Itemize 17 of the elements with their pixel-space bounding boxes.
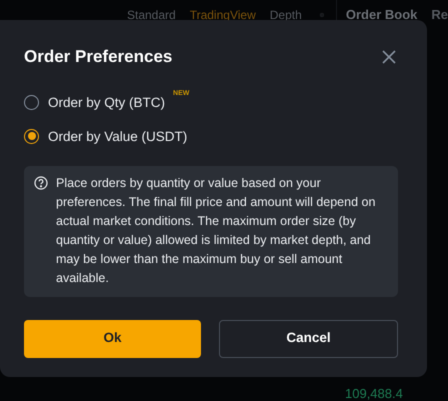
option-label[interactable]: Order by Value (USDT): [48, 126, 188, 146]
ok-button[interactable]: Ok: [24, 320, 201, 358]
panel-tab[interactable]: Order Book: [346, 5, 418, 25]
cancel-button[interactable]: Cancel: [219, 320, 398, 358]
price-text: 109,488.4: [345, 385, 403, 401]
chart-tab[interactable]: Depth: [270, 6, 302, 24]
close-icon: [381, 48, 397, 65]
option-label[interactable]: Order by Qty (BTC): [48, 92, 166, 112]
chart-tab[interactable]: TradingView: [190, 6, 256, 24]
chart-tab[interactable]: Standard: [127, 6, 176, 24]
dialog-title: Order Preferences: [24, 46, 172, 68]
info-text: Place orders by quantity or value based on your preferences. The final fill price and amount will depend on actual market conditions. The maximum order size (by quantity or value) allowed is limited by market depth, and may be lower than the maximum buy or sell amount available.: [56, 174, 376, 286]
panel-tab[interactable]: Re: [431, 5, 448, 25]
question-icon: [34, 176, 48, 190]
radio-button[interactable]: [24, 128, 39, 144]
close-button[interactable]: [381, 48, 397, 65]
radio-button[interactable]: [24, 94, 39, 110]
